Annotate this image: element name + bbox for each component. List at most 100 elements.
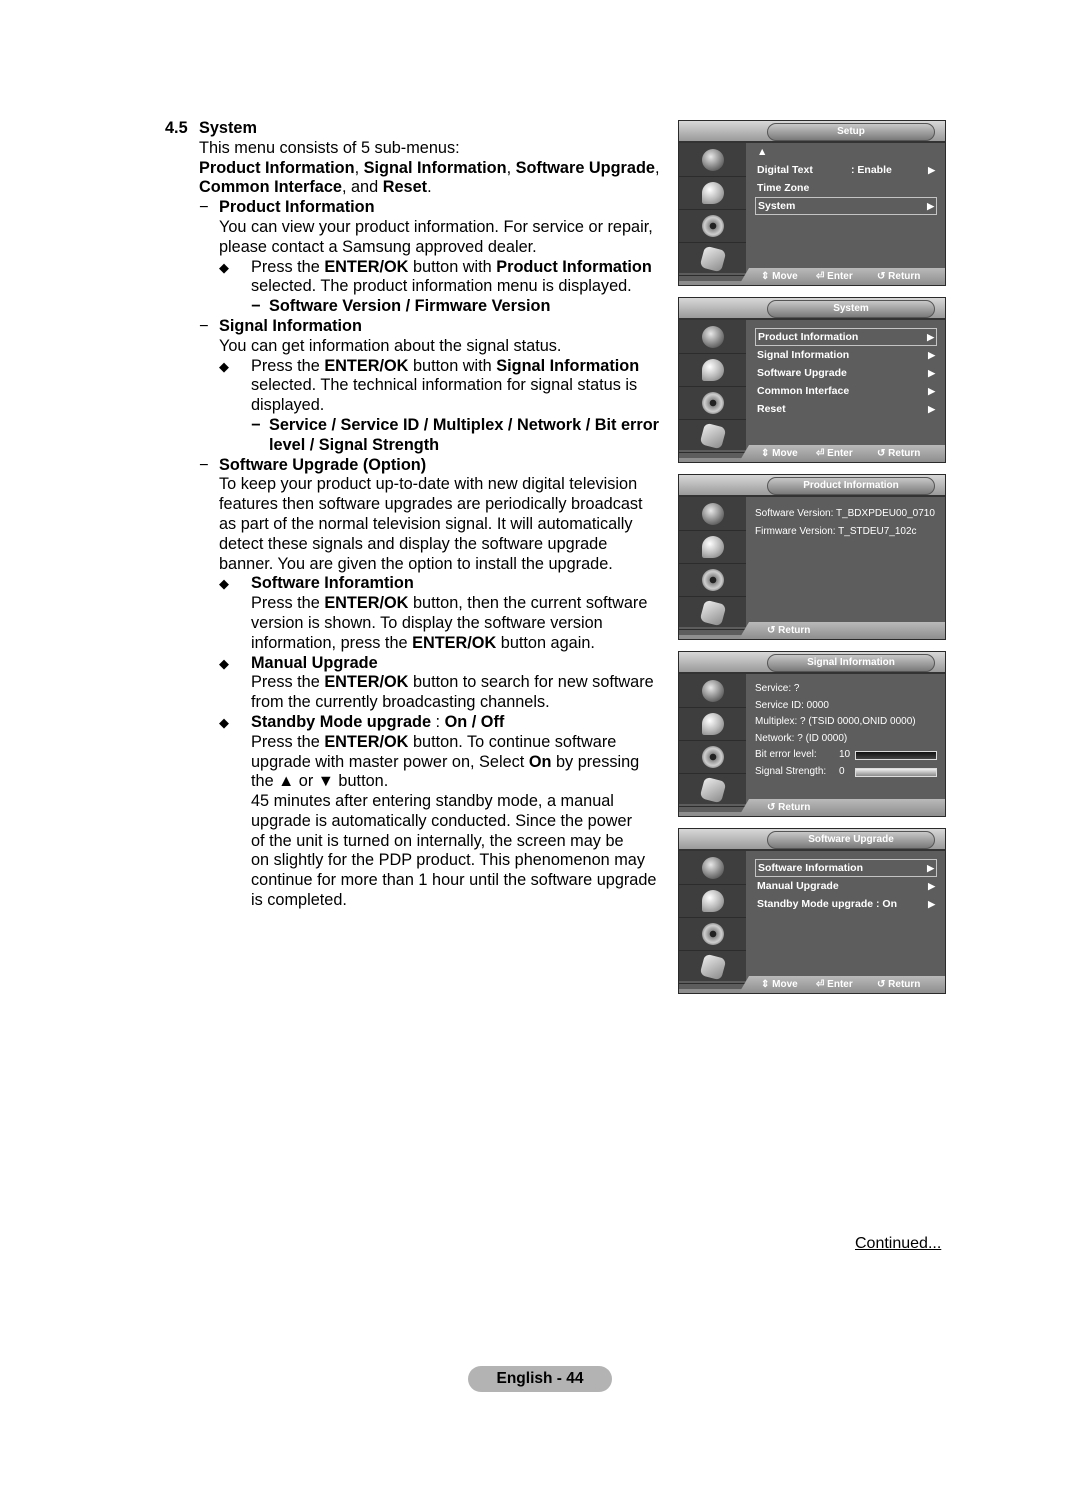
osd-system-screen: System Product Information ▶ Signal Infor… bbox=[678, 297, 946, 463]
dash-marker: − bbox=[199, 455, 209, 474]
osd-side-item bbox=[679, 143, 746, 177]
satellite-dish-icon bbox=[701, 358, 724, 381]
osd-side-item bbox=[679, 596, 746, 630]
osd-setup-screen: Setup ▲ Digital Text: Enable ▶ Time Zone … bbox=[678, 120, 946, 286]
globe-icon bbox=[701, 679, 724, 702]
menu-item-label: Signal Information bbox=[757, 349, 850, 361]
return-icon: ↺ bbox=[877, 448, 889, 459]
osd-side-item bbox=[679, 674, 746, 708]
osd-title: System bbox=[767, 300, 935, 318]
diamond-bullet-icon: ◆ bbox=[219, 259, 229, 275]
signal-info-bullet: ◆ Press the ENTER/OK button with Signal … bbox=[219, 357, 675, 456]
continued-link[interactable]: Continued... bbox=[855, 1235, 941, 1253]
menu-item-software-upgrade[interactable]: Software Upgrade ▶ bbox=[755, 364, 937, 382]
key-name: ENTER/OK bbox=[412, 633, 497, 652]
submenu-name: Common Interface bbox=[199, 178, 342, 197]
menu-item-label: Reset bbox=[757, 403, 786, 415]
section-title: System bbox=[199, 119, 257, 137]
subitems-text: Software Version / Firmware Version bbox=[269, 297, 551, 316]
menu-item-label: System bbox=[758, 200, 796, 212]
key-name: ENTER/OK bbox=[324, 257, 409, 276]
text: Press the bbox=[251, 673, 325, 692]
move-hint: ⇕ Move bbox=[761, 270, 798, 283]
osd-product-information-screen: Product Information Software Version: T_… bbox=[678, 474, 946, 640]
bit-error-bar bbox=[855, 751, 937, 760]
diamond-bullet-icon: ◆ bbox=[219, 358, 229, 374]
move-hint: ⇕ Move bbox=[761, 447, 798, 460]
osd-side-item bbox=[679, 386, 746, 420]
return-icon: ↺ bbox=[877, 271, 889, 282]
osd-title: Software Upgrade bbox=[767, 831, 935, 849]
signal-strength-value: 0 bbox=[839, 765, 845, 777]
arrow-right-icon: ▶ bbox=[927, 201, 934, 211]
manual-text-column: 4.5 System This menu consists of 5 sub-m… bbox=[165, 119, 675, 911]
menu-item-product-information[interactable]: Product Information ▶ bbox=[755, 328, 937, 346]
osd-side-item bbox=[679, 530, 746, 564]
osd-footer: ⇕ Move ⏎ Enter ↺ Return bbox=[739, 976, 945, 993]
text: Press the bbox=[251, 257, 325, 276]
enter-icon: ⏎ bbox=[816, 979, 828, 990]
menu-item-label: Time Zone bbox=[757, 182, 810, 194]
osd-side-icons bbox=[679, 143, 746, 276]
gear-icon bbox=[701, 745, 724, 768]
bit-error-bar-fill bbox=[856, 752, 936, 759]
text: button again. bbox=[496, 633, 595, 652]
text: . bbox=[427, 178, 432, 197]
bit-error-row: Bit error level: 10 bbox=[755, 747, 937, 764]
menu-item-system[interactable]: System ▶ bbox=[755, 197, 937, 215]
arrow-right-icon: ▶ bbox=[928, 899, 935, 909]
text: is completed. bbox=[251, 891, 347, 910]
network-line: Network: ? (ID 0000) bbox=[755, 732, 848, 744]
dash-marker: − bbox=[251, 415, 261, 434]
text: 45 minutes after entering standby mode, … bbox=[251, 792, 614, 811]
gear-icon bbox=[701, 568, 724, 591]
menu-item-manual-upgrade[interactable]: Manual Upgrade ▶ bbox=[755, 877, 937, 895]
return-hint: ↺ Return bbox=[767, 801, 810, 814]
menu-item-standby-mode-upgrade[interactable]: Standby Mode upgrade : On ▶ bbox=[755, 895, 937, 913]
text: upgrade with master power on, Select bbox=[251, 752, 529, 771]
software-upgrade-desc: banner. You are given the option to inst… bbox=[219, 554, 613, 573]
return-icon: ↺ bbox=[767, 625, 779, 636]
submenu-name: Product Information bbox=[199, 158, 355, 177]
option-values: On / Off bbox=[444, 712, 505, 731]
globe-icon bbox=[701, 325, 724, 348]
software-upgrade-desc: To keep your product up-to-date with new… bbox=[219, 475, 638, 494]
text: the ▲ or ▼ button. bbox=[251, 772, 389, 791]
enter-icon: ⏎ bbox=[816, 271, 828, 282]
arrow-right-icon: ▶ bbox=[927, 863, 934, 873]
osd-footer: ⇕ Move ⏎ Enter ↺ Return bbox=[739, 268, 945, 285]
osd-side-item bbox=[679, 917, 746, 951]
text: button, then the current software bbox=[408, 594, 648, 613]
menu-item-digital-text[interactable]: Digital Text: Enable ▶ bbox=[755, 161, 937, 179]
menu-item-label: Standby Mode upgrade : On bbox=[757, 898, 898, 910]
signal-info-subitems: − Service / Service ID / Multiplex / Net… bbox=[251, 416, 659, 456]
submenu-name: Software Upgrade bbox=[515, 158, 655, 177]
menu-item-common-interface[interactable]: Common Interface ▶ bbox=[755, 382, 937, 400]
menu-item-software-information[interactable]: Software Information ▶ bbox=[755, 859, 937, 877]
osd-info: Service: ? Service ID: 0000 Multiplex: ?… bbox=[755, 681, 937, 780]
menu-item-time-zone[interactable]: Time Zone bbox=[755, 179, 937, 197]
menu-item-name: Product Information bbox=[496, 257, 652, 276]
enter-icon: ⏎ bbox=[816, 448, 828, 459]
menu-item-reset[interactable]: Reset ▶ bbox=[755, 400, 937, 418]
section-intro: This menu consists of 5 sub-menus: bbox=[199, 138, 460, 157]
osd-menu: Software Information ▶ Manual Upgrade ▶ St… bbox=[755, 859, 937, 913]
text: information, press the bbox=[251, 633, 413, 652]
return-hint: ↺ Return bbox=[877, 270, 920, 283]
move-label: Move bbox=[772, 979, 798, 990]
text: , bbox=[654, 158, 660, 177]
submenu-name: Reset bbox=[382, 178, 428, 197]
software-upgrade-title: Software Upgrade (Option) bbox=[219, 455, 427, 474]
product-info-desc-2: please contact a Samsung approved dealer… bbox=[219, 237, 537, 256]
move-label: Move bbox=[772, 271, 798, 282]
menu-item-signal-information[interactable]: Signal Information ▶ bbox=[755, 346, 937, 364]
return-hint: ↺ Return bbox=[767, 624, 810, 637]
text: of the unit is turned on internally, the… bbox=[251, 831, 624, 850]
product-info-bullet: ◆ Press the ENTER/OK button with Product… bbox=[219, 258, 675, 317]
text: upgrade is automatically conducted. Sinc… bbox=[251, 811, 633, 830]
product-info-title: Product Information bbox=[219, 198, 375, 217]
menu-item-value: : Enable bbox=[851, 164, 892, 176]
arrow-right-icon: ▶ bbox=[928, 350, 935, 360]
osd-side-item bbox=[679, 497, 746, 531]
diamond-bullet-icon: ◆ bbox=[219, 576, 229, 592]
